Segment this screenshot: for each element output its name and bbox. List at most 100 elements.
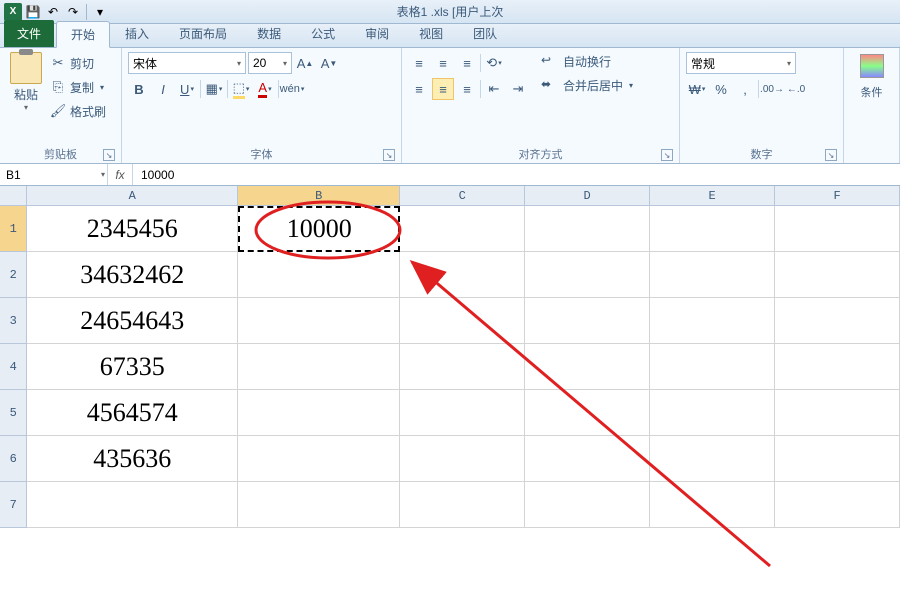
cell-D6[interactable] [525,436,650,482]
col-header-D[interactable]: D [525,186,650,206]
undo-icon[interactable]: ↶ [44,3,62,21]
font-size-combo[interactable]: 20▾ [248,52,292,74]
tab-team[interactable]: 团队 [458,20,512,47]
comma-button[interactable]: , [734,78,756,100]
cell-C4[interactable] [400,344,525,390]
cell-B5[interactable] [238,390,400,436]
col-header-B[interactable]: B [238,186,400,206]
decrease-decimal-button[interactable]: ←.0 [785,78,807,100]
name-box[interactable]: B1▾ [0,164,108,185]
cell-E3[interactable] [650,298,775,344]
align-left-button[interactable]: ≡ [408,78,430,100]
cell-B7[interactable] [238,482,400,528]
cell-D1[interactable] [525,206,650,252]
cell-F1[interactable] [775,206,900,252]
cell-F5[interactable] [775,390,900,436]
cell-C3[interactable] [400,298,525,344]
cell-A6[interactable]: 435636 [27,436,238,482]
cell-E4[interactable] [650,344,775,390]
cell-A2[interactable]: 34632462 [27,252,238,298]
cell-C6[interactable] [400,436,525,482]
col-header-C[interactable]: C [400,186,525,206]
increase-decimal-button[interactable]: .00→ [761,78,783,100]
row-header-4[interactable]: 4 [0,344,27,390]
cell-A1[interactable]: 2345456 [27,206,238,252]
save-icon[interactable]: 💾 [24,3,42,21]
increase-indent-button[interactable]: ⇥ [507,78,529,100]
format-painter-button[interactable]: 🖌格式刷 [50,100,106,122]
align-middle-button[interactable]: ≡ [432,52,454,74]
cell-F7[interactable] [775,482,900,528]
tab-insert[interactable]: 插入 [110,20,164,47]
percent-button[interactable]: % [710,78,732,100]
row-header-6[interactable]: 6 [0,436,27,482]
align-right-button[interactable]: ≡ [456,78,478,100]
cell-F3[interactable] [775,298,900,344]
decrease-indent-button[interactable]: ⇤ [483,78,505,100]
tab-view[interactable]: 视图 [404,20,458,47]
cell-A3[interactable]: 24654643 [27,298,238,344]
fx-button[interactable]: fx [108,168,132,182]
tab-page-layout[interactable]: 页面布局 [164,20,242,47]
namebox-dropdown-icon[interactable]: ▾ [101,170,105,179]
tab-review[interactable]: 审阅 [350,20,404,47]
row-header-5[interactable]: 5 [0,390,27,436]
decrease-font-button[interactable]: A▼ [318,52,340,74]
cell-A4[interactable]: 67335 [27,344,238,390]
conditional-format-icon[interactable] [860,54,884,78]
number-launcher[interactable]: ↘ [825,149,837,161]
underline-button[interactable]: U [176,78,198,100]
align-bottom-button[interactable]: ≡ [456,52,478,74]
increase-font-button[interactable]: A▲ [294,52,316,74]
cell-E1[interactable] [650,206,775,252]
font-name-combo[interactable]: 宋体▾ [128,52,246,74]
align-center-button[interactable]: ≡ [432,78,454,100]
cell-E7[interactable] [650,482,775,528]
cell-C5[interactable] [400,390,525,436]
select-all-corner[interactable] [0,186,27,206]
row-header-1[interactable]: 1 [0,206,27,252]
cell-B3[interactable] [238,298,400,344]
alignment-launcher[interactable]: ↘ [661,149,673,161]
cell-E6[interactable] [650,436,775,482]
paste-button[interactable]: 粘贴 ▾ [6,50,46,112]
border-button[interactable]: ▦ [203,78,225,100]
clipboard-launcher[interactable]: ↘ [103,149,115,161]
cell-F6[interactable] [775,436,900,482]
cell-F4[interactable] [775,344,900,390]
accounting-format-button[interactable]: ₩ [686,78,708,100]
cell-F2[interactable] [775,252,900,298]
orientation-button[interactable]: ⟲ [483,52,505,74]
cell-B2[interactable] [238,252,400,298]
align-top-button[interactable]: ≡ [408,52,430,74]
row-header-2[interactable]: 2 [0,252,27,298]
cell-D7[interactable] [525,482,650,528]
cell-B1[interactable]: 10000 [238,206,400,252]
cell-D3[interactable] [525,298,650,344]
cell-A5[interactable]: 4564574 [27,390,238,436]
phonetic-button[interactable]: wén [281,78,303,100]
cut-button[interactable]: ✂剪切 [50,52,106,74]
font-color-button[interactable]: A [254,78,276,100]
formula-input[interactable]: 10000 [133,164,900,185]
cell-E2[interactable] [650,252,775,298]
tab-formulas[interactable]: 公式 [296,20,350,47]
cell-D2[interactable] [525,252,650,298]
cell-C1[interactable] [400,206,525,252]
cell-D4[interactable] [525,344,650,390]
tab-home[interactable]: 开始 [56,21,110,48]
col-header-F[interactable]: F [775,186,900,206]
cell-E5[interactable] [650,390,775,436]
cell-C2[interactable] [400,252,525,298]
cell-D5[interactable] [525,390,650,436]
merge-center-button[interactable]: ⬌合并后居中▾ [541,74,633,96]
row-header-3[interactable]: 3 [0,298,27,344]
cell-B4[interactable] [238,344,400,390]
redo-icon[interactable]: ↷ [64,3,82,21]
cell-C7[interactable] [400,482,525,528]
copy-button[interactable]: ⎘复制▾ [50,76,106,98]
fill-color-button[interactable]: ⬚ [230,78,252,100]
qat-dropdown-icon[interactable]: ▾ [91,3,109,21]
number-format-combo[interactable]: 常规▾ [686,52,796,74]
tab-data[interactable]: 数据 [242,20,296,47]
